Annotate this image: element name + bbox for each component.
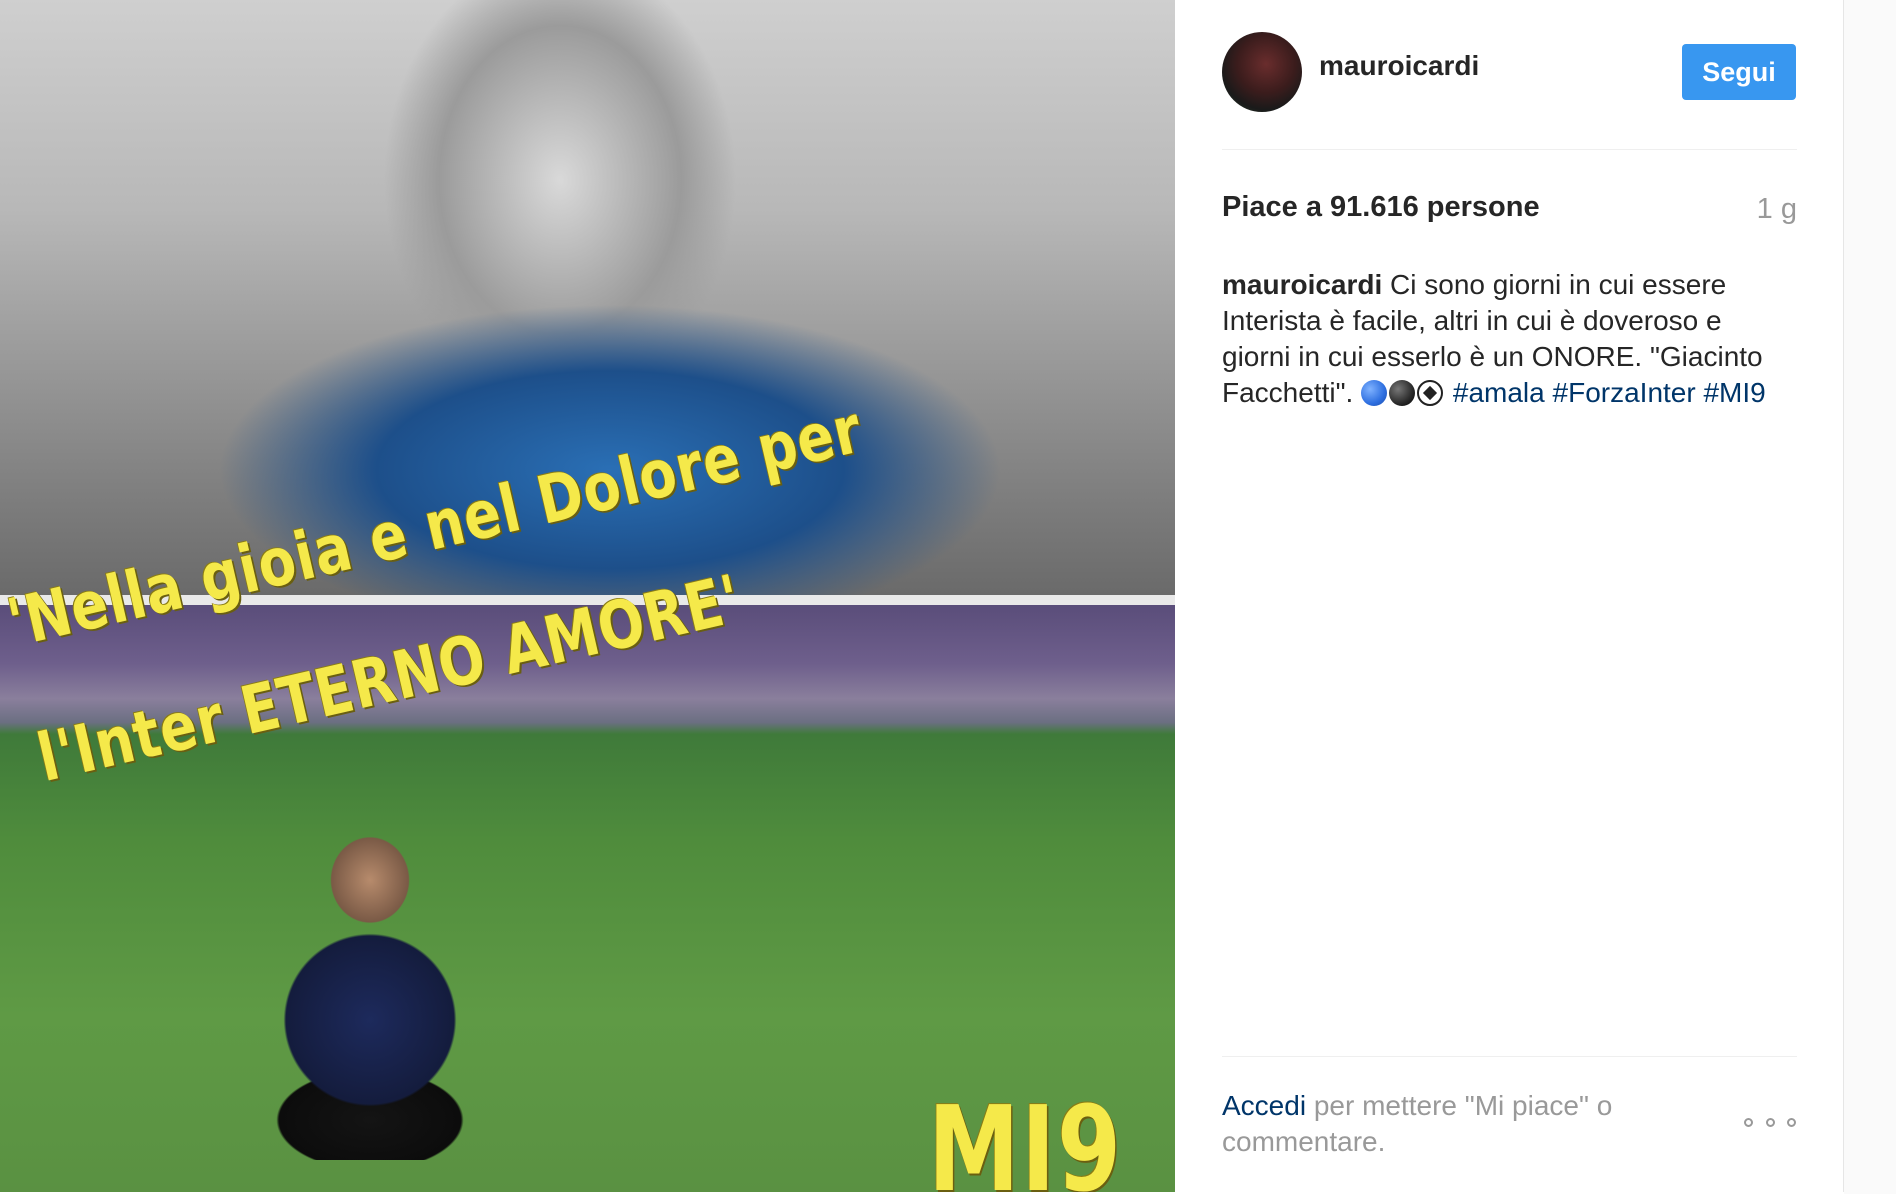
footer-divider	[1222, 1056, 1797, 1057]
post-timestamp[interactable]: 1 g	[1720, 193, 1797, 226]
blue-circle-emoji-icon	[1361, 380, 1388, 406]
black-circle-emoji-icon	[1389, 380, 1416, 406]
header-divider	[1222, 149, 1797, 150]
photo-player-figure	[240, 820, 500, 1160]
post-caption: mauroicardi Ci sono giorni in cui essere…	[1222, 267, 1797, 411]
post-photo[interactable]: 'Nella gioia e nel Dolore per l'Inter ET…	[0, 0, 1175, 1192]
likes-count[interactable]: Piace a 91.616 persone	[1222, 191, 1540, 224]
more-dot-icon	[1787, 1117, 1796, 1127]
hashtag-link[interactable]: #ForzaInter	[1553, 377, 1696, 408]
follow-button[interactable]: Segui	[1682, 44, 1796, 100]
post-container: 'Nella gioia e nel Dolore per l'Inter ET…	[0, 0, 1844, 1192]
hashtag-link[interactable]: #MI9	[1703, 377, 1765, 408]
header-username[interactable]: mauroicardi	[1319, 50, 1479, 82]
login-prompt: Accedi per mettere "Mi piace" o commenta…	[1222, 1088, 1702, 1160]
caption-username[interactable]: mauroicardi	[1222, 269, 1382, 300]
more-dot-icon	[1744, 1117, 1753, 1127]
hashtag-link[interactable]: #amala	[1453, 377, 1545, 408]
more-dot-icon	[1765, 1117, 1775, 1127]
post-header: mauroicardi Segui	[1222, 30, 1797, 150]
soccer-ball-emoji-icon	[1417, 380, 1444, 406]
avatar[interactable]	[1222, 32, 1302, 112]
photo-overlay-tag: MI9	[928, 1080, 1123, 1192]
login-link[interactable]: Accedi	[1222, 1090, 1306, 1121]
page-gutter	[1844, 0, 1896, 1194]
more-options-button[interactable]	[1744, 1110, 1796, 1134]
